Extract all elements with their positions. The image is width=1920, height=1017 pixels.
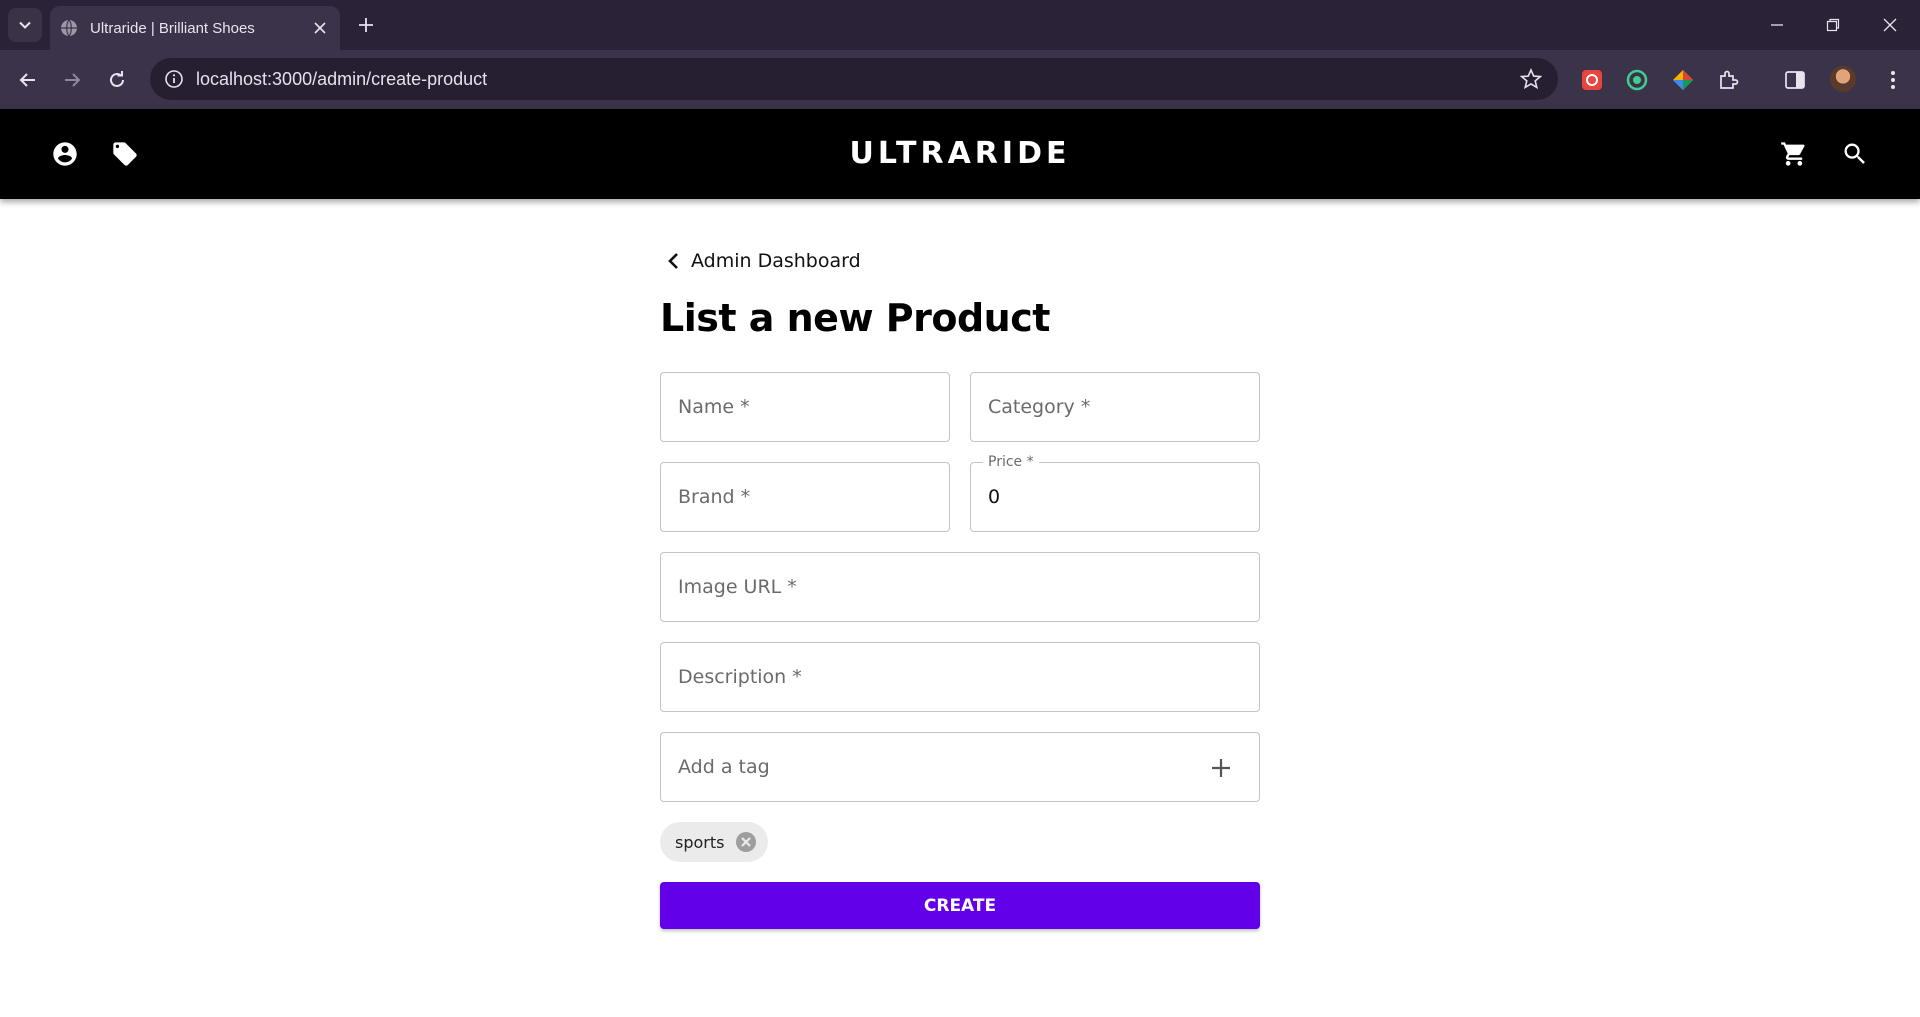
minimize-button[interactable] bbox=[1764, 12, 1790, 38]
restore-button[interactable] bbox=[1820, 12, 1846, 38]
category-field-label: Category * bbox=[988, 396, 1091, 418]
close-window-button[interactable] bbox=[1877, 12, 1903, 38]
extension-2-icon[interactable] bbox=[1624, 67, 1650, 93]
brand-field-label: Brand * bbox=[678, 486, 751, 508]
page-title: List a new Product bbox=[660, 296, 1050, 340]
back-to-dashboard-link[interactable]: Admin Dashboard bbox=[663, 250, 861, 272]
extension-3-icon[interactable] bbox=[1670, 67, 1696, 93]
reload-icon bbox=[110, 71, 124, 87]
create-button[interactable]: CREATE bbox=[660, 882, 1260, 929]
tag-input-placeholder: Add a tag bbox=[678, 756, 770, 778]
forward-button[interactable] bbox=[58, 66, 86, 94]
search-icon[interactable] bbox=[1840, 139, 1870, 169]
tag-chip-label: sports bbox=[675, 832, 725, 852]
image-url-field-label: Image URL * bbox=[678, 576, 797, 598]
account-circle-icon[interactable] bbox=[50, 139, 80, 169]
chevron-left-icon bbox=[668, 253, 678, 269]
name-field-label: Name * bbox=[678, 396, 750, 418]
description-field[interactable]: Description * bbox=[660, 642, 1260, 712]
site-info-icon[interactable] bbox=[162, 67, 186, 91]
profile-avatar[interactable] bbox=[1830, 66, 1856, 92]
restore-icon bbox=[1826, 18, 1840, 32]
back-button[interactable] bbox=[14, 66, 42, 94]
plus-icon[interactable] bbox=[1209, 756, 1233, 780]
arrow-right-icon bbox=[65, 73, 81, 87]
reload-button[interactable] bbox=[103, 66, 131, 94]
side-panel-icon[interactable] bbox=[1782, 67, 1808, 93]
tag-icon[interactable] bbox=[110, 139, 140, 169]
plus-icon bbox=[359, 18, 373, 32]
browser-tab[interactable]: Ultraride | Brilliant Shoes bbox=[50, 6, 340, 50]
arrow-left-icon bbox=[19, 73, 35, 87]
cart-icon[interactable] bbox=[1779, 139, 1809, 169]
extensions-puzzle-icon[interactable] bbox=[1715, 67, 1741, 93]
app-header: ULTRARIDE bbox=[0, 109, 1920, 199]
price-field-value: 0 bbox=[988, 486, 1001, 508]
globe-icon bbox=[61, 19, 77, 37]
browser-toolbar: localhost:3000/admin/create-product bbox=[0, 50, 1920, 109]
chevron-down-icon bbox=[19, 21, 31, 29]
url-text[interactable]: localhost:3000/admin/create-product bbox=[196, 58, 487, 100]
browser-menu-icon[interactable] bbox=[1880, 67, 1906, 93]
close-icon bbox=[1883, 18, 1897, 32]
tag-chip: sports bbox=[660, 822, 769, 862]
description-field-label: Description * bbox=[678, 666, 802, 688]
address-bar[interactable]: localhost:3000/admin/create-product bbox=[150, 58, 1558, 100]
cancel-circle-icon[interactable] bbox=[734, 830, 758, 854]
bookmark-star-icon[interactable] bbox=[1520, 68, 1542, 90]
image-url-field[interactable]: Image URL * bbox=[660, 552, 1260, 622]
back-link-label: Admin Dashboard bbox=[691, 250, 861, 272]
price-field[interactable]: Price * 0 bbox=[970, 454, 1260, 532]
browser-tab-bar: Ultraride | Brilliant Shoes bbox=[0, 0, 1920, 50]
minimize-icon bbox=[1771, 24, 1783, 26]
tab-search-button[interactable] bbox=[8, 8, 42, 42]
tag-input[interactable]: Add a tag bbox=[660, 732, 1260, 802]
tab-title: Ultraride | Brilliant Shoes bbox=[90, 19, 255, 37]
name-field[interactable]: Name * bbox=[660, 372, 950, 442]
extension-1-icon[interactable] bbox=[1579, 67, 1605, 93]
tab-close-icon[interactable] bbox=[310, 18, 330, 38]
category-field[interactable]: Category * bbox=[970, 372, 1260, 442]
brand-logo[interactable]: ULTRARIDE bbox=[0, 109, 1920, 199]
brand-field[interactable]: Brand * bbox=[660, 462, 950, 532]
new-tab-button[interactable] bbox=[354, 13, 378, 37]
